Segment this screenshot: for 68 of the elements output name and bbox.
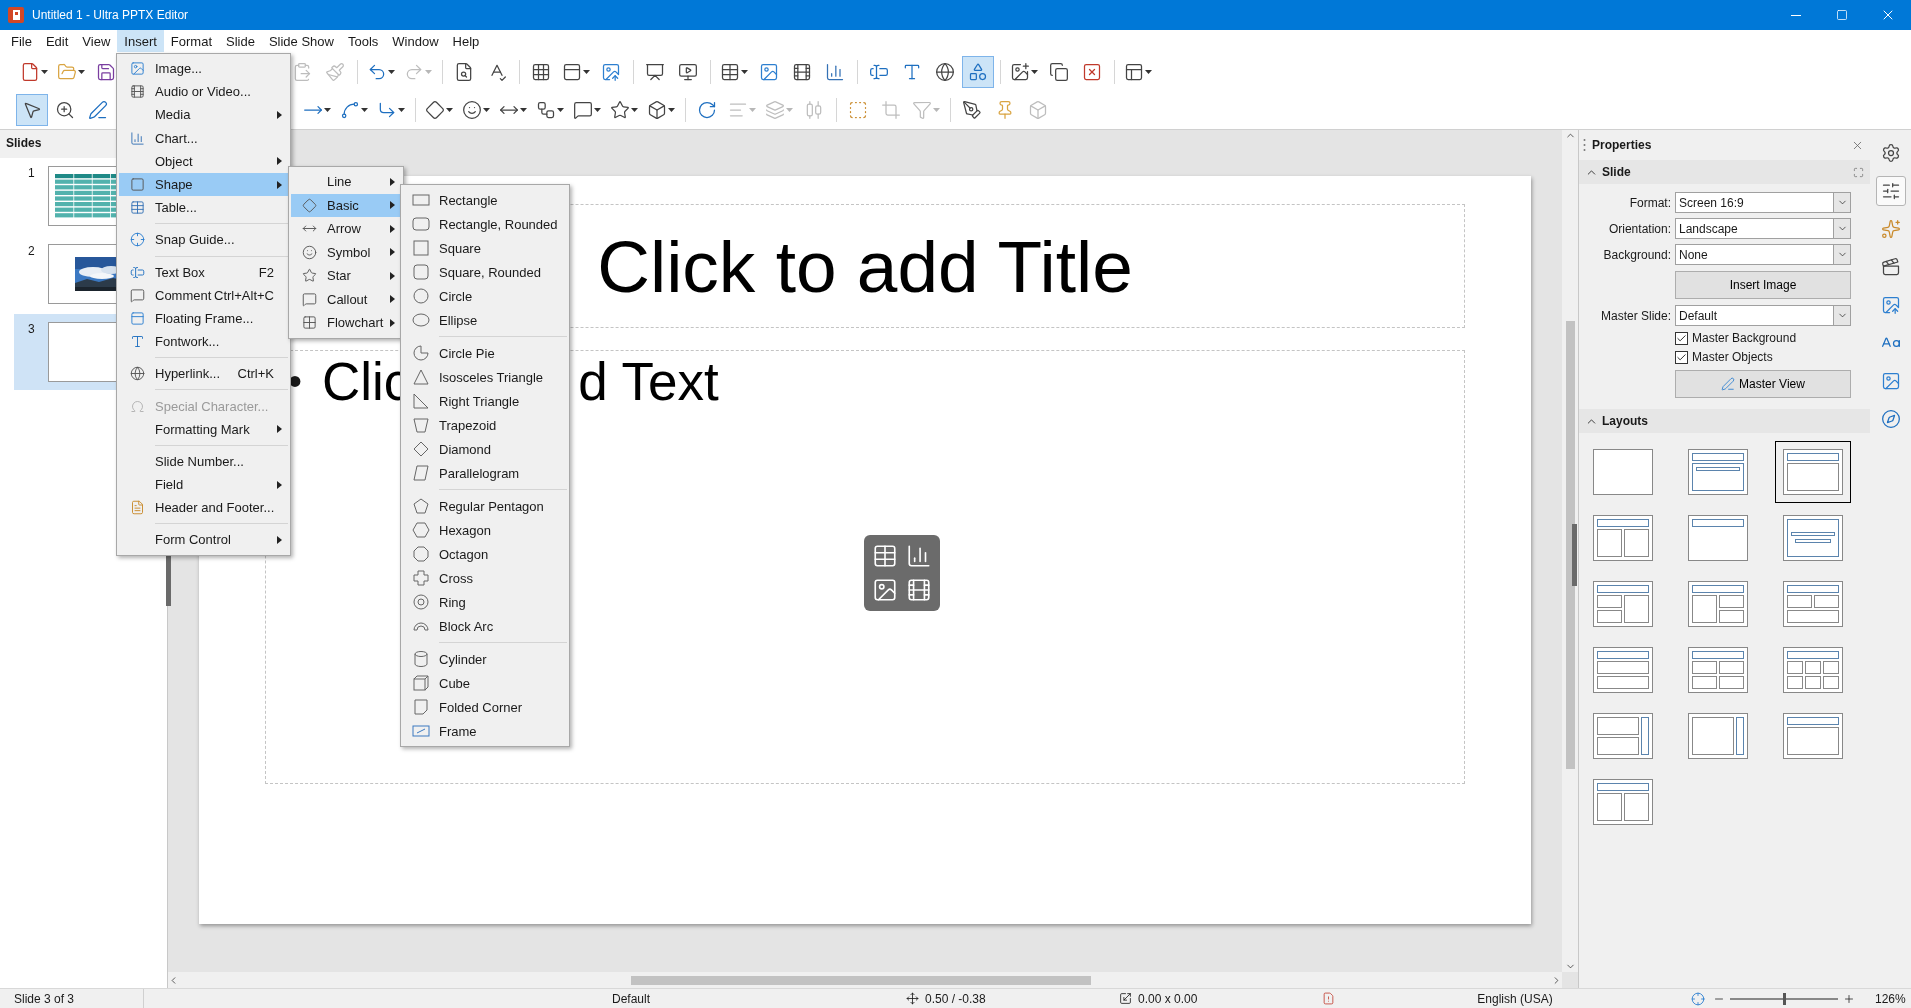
- section-header[interactable]: Layouts: [1579, 409, 1870, 433]
- menu-item[interactable]: Callout: [291, 287, 401, 311]
- menu-item[interactable]: Line: [291, 170, 401, 194]
- slide-number: 1: [28, 166, 36, 182]
- menu-item[interactable]: Circle: [403, 284, 567, 308]
- section-header[interactable]: Slide: [1579, 160, 1870, 184]
- menu-item[interactable]: Block Arc: [403, 614, 567, 638]
- menu-item[interactable]: Rectangle, Rounded: [403, 212, 567, 236]
- status-text: Slide 3 of 3: [14, 991, 75, 1006]
- menu-item[interactable]: Frame: [403, 719, 567, 743]
- menu-bar-item[interactable]: View: [75, 30, 118, 52]
- menu-item[interactable]: Diamond: [403, 437, 567, 461]
- menu-item[interactable]: Square: [403, 236, 567, 260]
- menu-item[interactable]: Parallelogram: [403, 461, 567, 485]
- menu-bar-item[interactable]: Insert: [117, 30, 164, 52]
- menu-item[interactable]: Square, Rounded: [403, 260, 567, 284]
- menu-bar-item[interactable]: Tools: [340, 30, 386, 52]
- menu-item[interactable]: Image...: [119, 57, 288, 81]
- menu-item[interactable]: Octagon: [403, 542, 567, 566]
- slide-number: 3: [28, 322, 36, 338]
- dropdown[interactable]: None: [1675, 244, 1851, 265]
- menu-item[interactable]: Right Triangle: [403, 389, 567, 413]
- menu-item[interactable]: Arrow: [291, 217, 401, 241]
- status-text: Default: [612, 991, 651, 1006]
- body-placeholder-text: d Text: [578, 351, 719, 412]
- sidebar-title: Properties: [1592, 138, 1653, 152]
- menu-item[interactable]: Shape: [119, 172, 288, 197]
- menu-item[interactable]: Regular Pentagon: [403, 494, 567, 518]
- menu-bar-item[interactable]: File: [4, 30, 39, 52]
- menu-item[interactable]: Cylinder: [403, 647, 567, 671]
- status-text: 0.00 x 0.00: [1138, 991, 1198, 1006]
- menu-bar-item[interactable]: Format: [163, 30, 219, 52]
- dropdown[interactable]: Landscape: [1675, 218, 1851, 239]
- status-text: English (USA): [1477, 991, 1553, 1006]
- menu-bar-item[interactable]: Help: [445, 30, 487, 52]
- menu-bar-item[interactable]: Slide Show: [261, 30, 341, 52]
- menu-item[interactable]: Hexagon: [403, 518, 567, 542]
- checkbox-label: Master Background: [1692, 331, 1797, 345]
- menu-item[interactable]: Cross: [403, 566, 567, 590]
- menu-item[interactable]: Folded Corner: [403, 695, 567, 719]
- menu-item[interactable]: Star: [291, 264, 401, 288]
- slide-number: 2: [28, 244, 36, 260]
- dropdown[interactable]: Default: [1675, 305, 1851, 326]
- field-label: Format:: [1628, 195, 1671, 210]
- section-title: Layouts: [1602, 414, 1649, 428]
- menu-bar-item[interactable]: Window: [385, 30, 446, 52]
- title-placeholder-text: Click to add Title: [597, 224, 1133, 308]
- checkbox-label: Master Objects: [1692, 350, 1773, 364]
- menu-item[interactable]: Cube: [403, 671, 567, 695]
- menu-item[interactable]: Trapezoid: [403, 413, 567, 437]
- menu-item[interactable]: Ring: [403, 590, 567, 614]
- master-view-button[interactable]: Master View: [1675, 370, 1851, 398]
- dropdown[interactable]: Screen 16:9: [1675, 192, 1851, 213]
- window-title: Untitled 1 - Ultra PPTX Editor: [32, 8, 190, 22]
- status-text: 0.50 / -0.38: [925, 991, 986, 1006]
- insert-image-button[interactable]: Insert Image: [1675, 271, 1851, 299]
- zoom-level: 126%: [1875, 991, 1906, 1006]
- field-label: Master Slide:: [1599, 308, 1671, 323]
- section-title: Slide: [1602, 165, 1632, 179]
- field-label: Orientation:: [1607, 221, 1671, 236]
- menu-item[interactable]: Basic: [291, 193, 401, 217]
- field-label: Background:: [1602, 247, 1671, 262]
- menu-item[interactable]: Media: [119, 103, 288, 127]
- menu-item[interactable]: Symbol: [291, 240, 401, 264]
- menu-item[interactable]: Isosceles Triangle: [403, 365, 567, 389]
- menu-item[interactable]: Audio or Video...: [119, 80, 288, 104]
- menu-bar-item[interactable]: Edit: [38, 30, 76, 52]
- menu-bar-item[interactable]: Slide: [219, 30, 262, 52]
